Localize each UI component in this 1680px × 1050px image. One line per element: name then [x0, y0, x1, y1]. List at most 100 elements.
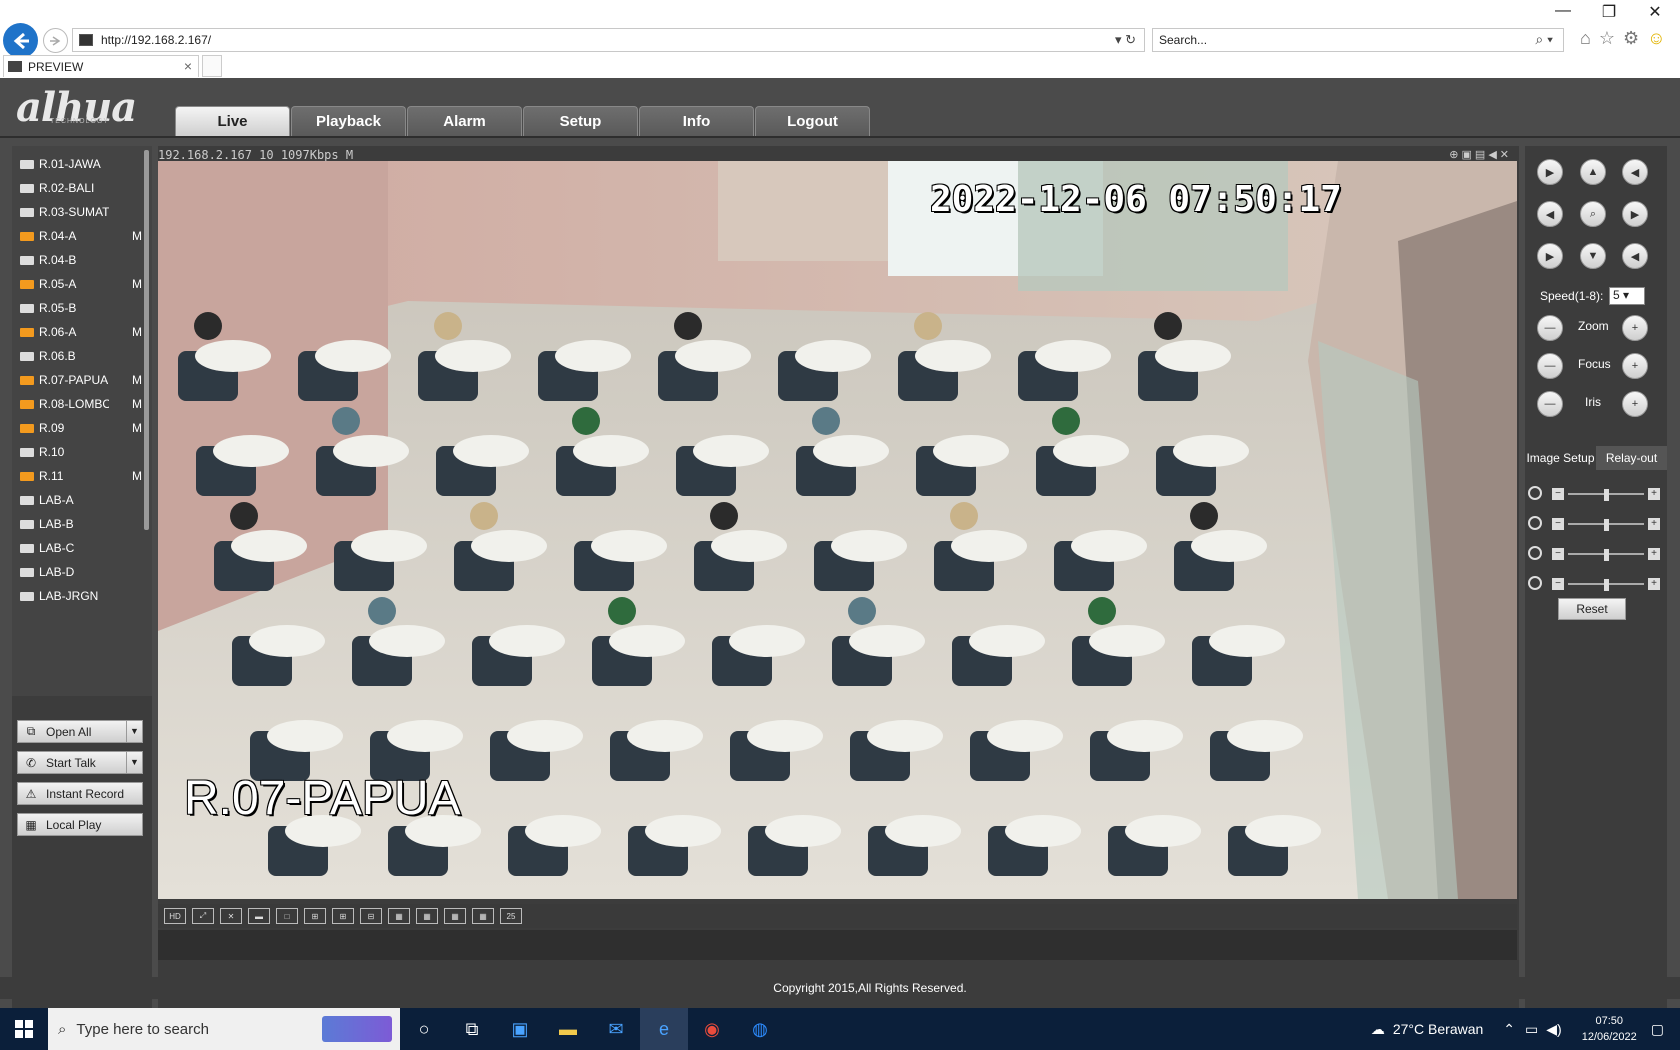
- back-button[interactable]: [3, 23, 38, 58]
- nav-playback[interactable]: Playback: [291, 106, 406, 136]
- saturation-plus[interactable]: +: [1648, 548, 1660, 560]
- file-explorer-icon[interactable]: ▬: [544, 1008, 592, 1050]
- contrast-minus[interactable]: −: [1552, 518, 1564, 530]
- mail-icon[interactable]: ✉: [592, 1008, 640, 1050]
- favorites-star-icon[interactable]: ☆: [1599, 28, 1615, 49]
- focus-near-button[interactable]: —: [1537, 353, 1563, 379]
- channel-item[interactable]: LAB-JRGN: [12, 584, 152, 608]
- audio-icon[interactable]: ◀: [1488, 148, 1496, 161]
- iris-close-button[interactable]: —: [1537, 391, 1563, 417]
- smiley-icon[interactable]: ☺: [1647, 28, 1665, 49]
- fit-icon[interactable]: ⤢: [192, 908, 214, 924]
- ptz-up-right[interactable]: ◀: [1622, 159, 1648, 185]
- tray-chevron-icon[interactable]: ⌃: [1503, 1021, 1515, 1038]
- stretch-icon[interactable]: ▬: [248, 908, 270, 924]
- browser-tab[interactable]: PREVIEW ×: [3, 55, 199, 77]
- channel-item[interactable]: LAB-A: [12, 488, 152, 512]
- ptz-center-zoom-icon[interactable]: ⌕: [1580, 201, 1606, 227]
- internet-explorer-icon[interactable]: e: [640, 1008, 688, 1050]
- windows-start-icon[interactable]: [0, 1008, 48, 1050]
- layout-16-icon[interactable]: ▦: [444, 908, 466, 924]
- saturation-track[interactable]: [1568, 549, 1644, 561]
- saturation-slider[interactable]: − +: [1528, 546, 1664, 562]
- record-icon[interactable]: ▤: [1475, 148, 1485, 161]
- iris-open-button[interactable]: +: [1622, 391, 1648, 417]
- contrast-thumb[interactable]: [1604, 519, 1609, 531]
- hd-icon[interactable]: HD: [164, 908, 186, 924]
- ptz-left[interactable]: ◀: [1537, 201, 1563, 227]
- hue-plus[interactable]: +: [1648, 578, 1660, 590]
- start-talk-button[interactable]: ✆ Start Talk ▼: [17, 751, 143, 774]
- focus-far-button[interactable]: +: [1622, 353, 1648, 379]
- channel-item[interactable]: LAB-C: [12, 536, 152, 560]
- nav-logout[interactable]: Logout: [755, 106, 870, 136]
- store-icon[interactable]: ▣: [496, 1008, 544, 1050]
- new-tab-button[interactable]: [202, 55, 222, 77]
- layout-9-icon[interactable]: ▦: [388, 908, 410, 924]
- channel-item[interactable]: R.05-A M: [12, 272, 152, 296]
- hue-thumb[interactable]: [1604, 579, 1609, 591]
- channel-item[interactable]: R.03-SUMATRA: [12, 200, 152, 224]
- zoom-icon[interactable]: ⊕: [1449, 148, 1458, 161]
- hue-track[interactable]: [1568, 579, 1644, 591]
- notifications-icon[interactable]: ▢: [1651, 1021, 1664, 1038]
- channel-item[interactable]: R.06-A M: [12, 320, 152, 344]
- cortana-icon[interactable]: ○: [400, 1008, 448, 1050]
- ptz-down-right[interactable]: ◀: [1622, 243, 1648, 269]
- ptz-up-left[interactable]: ▶: [1537, 159, 1563, 185]
- snapshot-icon[interactable]: ▣: [1462, 148, 1472, 161]
- speed-select[interactable]: 5 ▾: [1609, 287, 1645, 305]
- contrast-plus[interactable]: +: [1648, 518, 1660, 530]
- chrome-icon[interactable]: ◉: [688, 1008, 736, 1050]
- brightness-minus[interactable]: −: [1552, 488, 1564, 500]
- channel-list[interactable]: R.01-JAWAR.02-BALIR.03-SUMATRAR.04-AMR.0…: [12, 146, 152, 696]
- home-icon[interactable]: ⌂: [1580, 28, 1591, 49]
- brightness-track[interactable]: [1568, 489, 1644, 501]
- address-bar[interactable]: http://192.168.2.167/ ▾ ↻: [72, 28, 1145, 52]
- layout-4-icon[interactable]: ⊞: [304, 908, 326, 924]
- clock[interactable]: 07:50 12/06/2022: [1582, 1013, 1637, 1045]
- taskbar-search[interactable]: ⌕ Type here to search: [48, 1008, 400, 1050]
- brightness-slider[interactable]: − +: [1528, 486, 1664, 502]
- tab-relay-out[interactable]: Relay-out: [1596, 446, 1667, 470]
- refresh-icon[interactable]: ▾ ↻: [1115, 32, 1136, 48]
- start-talk-dropdown[interactable]: ▼: [126, 752, 142, 773]
- channel-item[interactable]: R.06.B: [12, 344, 152, 368]
- browser-search-box[interactable]: Search... ⌕ ▾: [1152, 28, 1564, 52]
- weather-text[interactable]: 27°C Berawan: [1393, 1021, 1483, 1037]
- camera-video-feed[interactable]: 2022-12-06 07:50:17 R.07-PAPUA: [158, 161, 1517, 899]
- minimize-button[interactable]: —: [1548, 2, 1578, 20]
- close-video-icon[interactable]: ✕: [1500, 148, 1509, 161]
- nav-setup[interactable]: Setup: [523, 106, 638, 136]
- nav-info[interactable]: Info: [639, 106, 754, 136]
- ptz-down-left[interactable]: ▶: [1537, 243, 1563, 269]
- saturation-minus[interactable]: −: [1552, 548, 1564, 560]
- network-icon[interactable]: ▭: [1525, 1021, 1538, 1038]
- hue-slider[interactable]: − +: [1528, 576, 1664, 592]
- task-view-icon[interactable]: ⧉: [448, 1008, 496, 1050]
- ptz-right[interactable]: ▶: [1622, 201, 1648, 227]
- channel-item[interactable]: R.02-BALI: [12, 176, 152, 200]
- brightness-plus[interactable]: +: [1648, 488, 1660, 500]
- zoom-in-button[interactable]: +: [1622, 315, 1648, 341]
- brightness-thumb[interactable]: [1604, 489, 1609, 501]
- channel-item[interactable]: R.04-B: [12, 248, 152, 272]
- forward-button[interactable]: [43, 28, 68, 53]
- channel-item[interactable]: R.01-JAWA: [12, 152, 152, 176]
- channel-item[interactable]: R.07-PAPUA M: [12, 368, 152, 392]
- volume-icon[interactable]: ◀): [1546, 1021, 1561, 1038]
- layout-1-icon[interactable]: □: [276, 908, 298, 924]
- layout-13-icon[interactable]: ▦: [416, 908, 438, 924]
- contrast-slider[interactable]: − +: [1528, 516, 1664, 532]
- channel-item[interactable]: R.05-B: [12, 296, 152, 320]
- hue-minus[interactable]: −: [1552, 578, 1564, 590]
- instant-record-button[interactable]: ⚠ Instant Record: [17, 782, 143, 805]
- settings-gear-icon[interactable]: ⚙: [1623, 28, 1639, 49]
- channel-item[interactable]: R.08-LOMBOK M: [12, 392, 152, 416]
- fullscreen-icon[interactable]: ✕: [220, 908, 242, 924]
- contrast-track[interactable]: [1568, 519, 1644, 531]
- channel-item[interactable]: LAB-D: [12, 560, 152, 584]
- channel-item[interactable]: R.10: [12, 440, 152, 464]
- close-window-button[interactable]: ✕: [1640, 2, 1670, 22]
- channel-item[interactable]: LAB-B: [12, 512, 152, 536]
